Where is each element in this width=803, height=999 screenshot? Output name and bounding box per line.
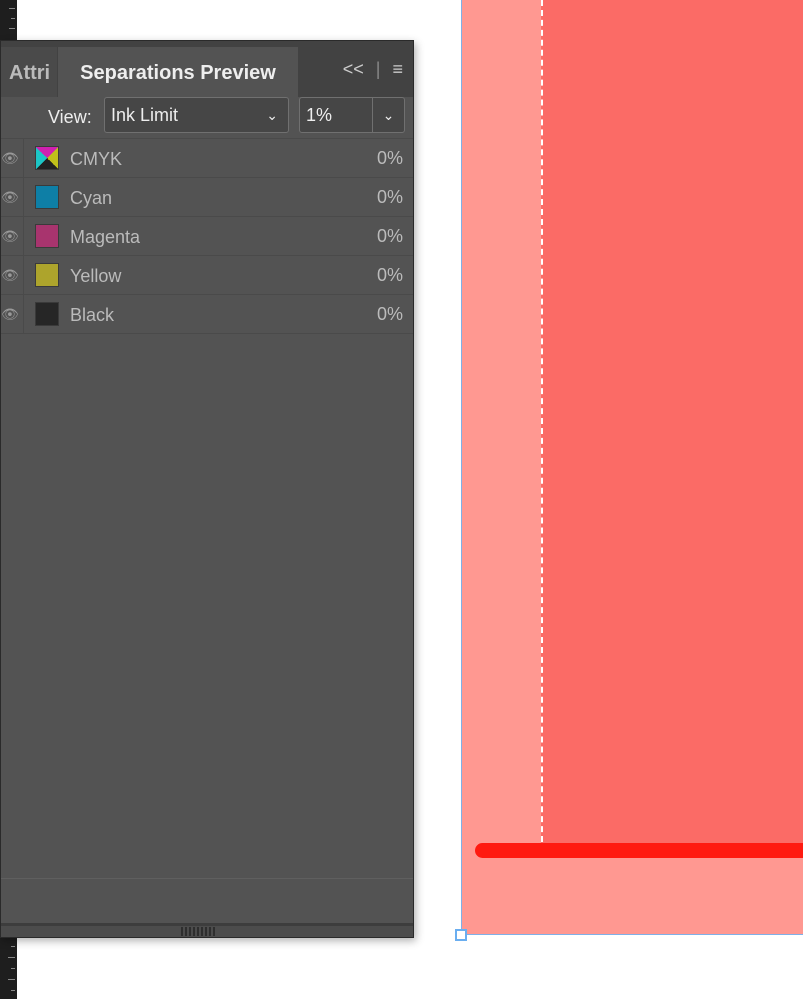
separations-preview-panel: Attri Separations Preview << | ≡ View: I… — [0, 40, 414, 938]
eye-icon[interactable]: 👁 — [1, 217, 24, 255]
ink-limit-line — [475, 843, 803, 858]
collapse-icon[interactable]: << — [343, 59, 364, 80]
color-swatch — [35, 185, 59, 209]
separation-percent: 0% — [376, 304, 403, 324]
eye-icon[interactable]: 👁 — [1, 256, 24, 294]
separation-row-yellow[interactable]: 👁 Yellow 0% — [1, 256, 413, 295]
vertical-ruler-top — [0, 0, 17, 40]
vertical-ruler-bottom — [0, 938, 17, 999]
eye-icon[interactable]: 👁 — [1, 178, 24, 216]
separation-row-magenta[interactable]: 👁 Magenta 0% — [1, 217, 413, 256]
separation-name: Cyan — [70, 188, 113, 208]
separation-row-cyan[interactable]: 👁 Cyan 0% — [1, 178, 413, 217]
separation-name: CMYK — [70, 149, 123, 169]
document-page[interactable] — [461, 0, 803, 935]
view-label: View: — [48, 107, 92, 127]
eye-icon[interactable]: 👁 — [1, 295, 24, 333]
tab-attributes[interactable]: Attri — [1, 47, 57, 97]
divider-icon: | — [375, 59, 381, 79]
color-swatch — [35, 224, 59, 248]
tab-separations-preview[interactable]: Separations Preview — [58, 47, 298, 97]
ink-limit-value: 1% — [306, 105, 333, 125]
panel-footer-divider — [1, 878, 413, 879]
eye-icon[interactable]: 👁 — [1, 139, 24, 177]
ink-limit-highlight — [541, 0, 803, 852]
panel-resize-grip[interactable] — [1, 923, 413, 937]
separation-row-black[interactable]: 👁 Black 0% — [1, 295, 413, 334]
view-dropdown[interactable]: Ink Limit ⌄ — [104, 97, 289, 133]
ink-limit-dropdown[interactable]: 1% ⌄ — [299, 97, 405, 133]
separation-percent: 0% — [376, 148, 403, 168]
view-value: Ink Limit — [111, 105, 179, 125]
color-swatch — [35, 263, 59, 287]
separation-name: Black — [70, 305, 115, 325]
separation-percent: 0% — [376, 226, 403, 246]
separation-row-cmyk[interactable]: 👁 CMYK 0% — [1, 139, 413, 178]
separation-percent: 0% — [376, 187, 403, 207]
chevron-down-icon: ⌄ — [266, 107, 278, 123]
selection-handle[interactable] — [455, 929, 467, 941]
separation-name: Magenta — [70, 227, 141, 247]
panel-menu-icon[interactable]: ≡ — [392, 59, 403, 80]
chevron-down-icon: ⌄ — [372, 98, 404, 132]
color-swatch — [35, 146, 59, 170]
separation-percent: 0% — [376, 265, 403, 285]
separation-name: Yellow — [70, 266, 122, 286]
color-swatch — [35, 302, 59, 326]
panel-tab-bar: Attri Separations Preview << | ≡ — [1, 41, 413, 97]
